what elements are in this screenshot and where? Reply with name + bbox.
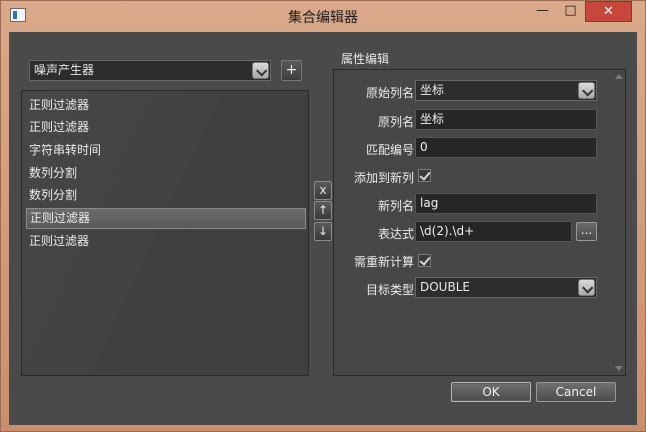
add-item-button[interactable]: +: [281, 60, 302, 81]
match-index-field[interactable]: 0: [415, 137, 597, 158]
property-panel: 原始列名 坐标 原列名 坐标 匹配编号 0 添加到新列 新列名 lag 表达式 …: [333, 69, 626, 376]
generator-select[interactable]: 噪声产生器: [29, 60, 271, 81]
expression-browse-button[interactable]: ...: [576, 222, 597, 241]
source-name-label: 原列名: [377, 115, 414, 129]
recalculate-label: 需重新计算: [353, 255, 414, 269]
move-down-button[interactable]: ↓: [314, 222, 332, 241]
chevron-down-icon[interactable]: [578, 82, 595, 99]
target-type-label: 目标类型: [365, 283, 414, 297]
list-item[interactable]: 字符串转时间: [26, 140, 306, 161]
list-item-selected[interactable]: 正则过滤器: [26, 208, 306, 229]
scroll-down-icon[interactable]: [615, 366, 623, 371]
list-item[interactable]: 正则过滤器: [26, 95, 306, 116]
property-editor-title: 属性编辑: [341, 52, 390, 66]
list-item[interactable]: 数列分割: [26, 185, 306, 206]
new-column-label: 新列名: [377, 199, 414, 213]
move-up-button[interactable]: ↑: [314, 201, 332, 220]
filter-list[interactable]: 正则过滤器 正则过滤器 字符串转时间 数列分割 数列分割 正则过滤器 正则过滤器: [21, 90, 309, 376]
dialog-window: 集合编辑器 — □ ✕ 噪声产生器 + 正则过滤器 正则过滤器 字符串转时间 数…: [0, 0, 646, 432]
maximize-button[interactable]: □: [557, 1, 584, 22]
add-to-new-column-label: 添加到新列: [353, 171, 414, 185]
target-type-select[interactable]: DOUBLE: [415, 277, 597, 298]
cancel-button[interactable]: Cancel: [536, 382, 616, 402]
match-index-label: 匹配编号: [365, 143, 414, 157]
new-column-field[interactable]: lag: [415, 193, 597, 214]
dialog-body: 噪声产生器 + 正则过滤器 正则过滤器 字符串转时间 数列分割 数列分割 正则过…: [9, 32, 637, 425]
target-type-value: DOUBLE: [420, 280, 470, 294]
chevron-down-icon[interactable]: [252, 62, 269, 79]
list-item[interactable]: 正则过滤器: [26, 117, 306, 138]
add-to-new-column-checkbox[interactable]: [418, 169, 431, 182]
ok-button[interactable]: OK: [451, 382, 531, 402]
original-column-value: 坐标: [420, 83, 445, 97]
scroll-up-icon[interactable]: [615, 74, 623, 79]
list-item[interactable]: 数列分割: [26, 163, 306, 184]
property-scrollbar[interactable]: [612, 70, 625, 375]
expression-field[interactable]: \d(2).\d+: [415, 221, 572, 242]
list-item[interactable]: 正则过滤器: [26, 231, 306, 252]
source-name-field[interactable]: 坐标: [415, 109, 597, 130]
original-column-label: 原始列名: [365, 86, 414, 100]
chevron-down-icon[interactable]: [578, 279, 595, 296]
close-button[interactable]: ✕: [585, 1, 632, 22]
generator-select-value: 噪声产生器: [34, 63, 95, 77]
expression-label: 表达式: [377, 227, 414, 241]
original-column-select[interactable]: 坐标: [415, 80, 597, 101]
remove-item-button[interactable]: x: [314, 181, 332, 200]
recalculate-checkbox[interactable]: [418, 254, 431, 267]
title-bar[interactable]: 集合编辑器 — □ ✕: [1, 1, 645, 32]
minimize-button[interactable]: —: [529, 1, 556, 22]
